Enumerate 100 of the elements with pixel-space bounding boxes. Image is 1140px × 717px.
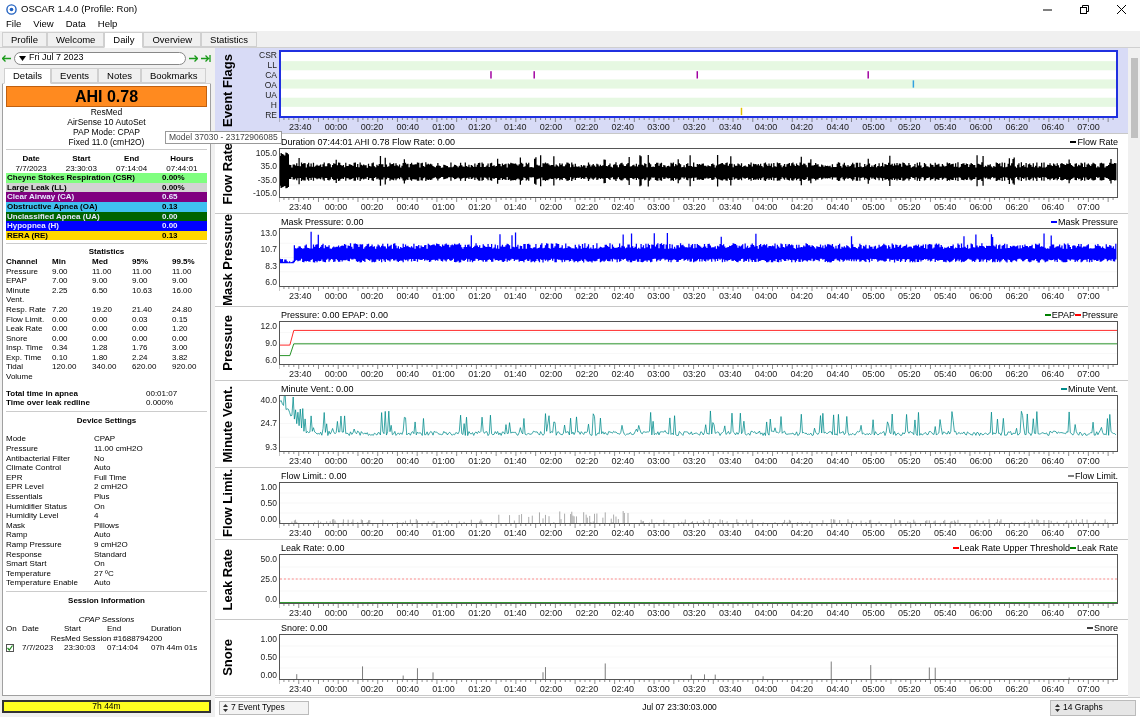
jump-to-end-icon[interactable] bbox=[201, 54, 211, 62]
time-tick-label: 02:20 bbox=[575, 202, 599, 213]
time-tick-label: 07:00 bbox=[1077, 122, 1100, 133]
y-tick-label: 50.0 bbox=[260, 553, 277, 564]
event-row-label: LL bbox=[267, 60, 277, 70]
time-tick-label: 06:40 bbox=[1041, 202, 1064, 213]
table-cell-text: 2.25 bbox=[52, 285, 69, 297]
table-header: Med bbox=[92, 256, 109, 267]
time-tick-label: 03:20 bbox=[683, 683, 706, 695]
time-tick-label: 23:40 bbox=[289, 607, 312, 619]
graph-readout: Mask Pressure: 0.00 bbox=[281, 216, 364, 228]
time-tick-label: 06:40 bbox=[1041, 368, 1064, 380]
table-header: Min bbox=[52, 256, 67, 267]
table-cell-text: 0.15 bbox=[172, 314, 189, 325]
tab[interactable]: Notes bbox=[98, 68, 141, 83]
time-tick-label: 06:00 bbox=[969, 607, 993, 619]
legend-item: EPAP bbox=[1044, 308, 1075, 321]
setting-label: Climate Control bbox=[6, 463, 63, 473]
setting-label: Mode bbox=[6, 434, 27, 445]
graph-title: Event Flags bbox=[219, 54, 237, 127]
y-tick-label: 13.0 bbox=[260, 228, 277, 238]
time-tick-label: 00:00 bbox=[324, 527, 348, 539]
time-tick-label: 00:20 bbox=[360, 455, 384, 467]
tab[interactable]: Statistics bbox=[201, 32, 258, 47]
time-tick-label: 05:20 bbox=[898, 607, 921, 619]
time-tick-label: 05:40 bbox=[933, 122, 957, 133]
time-tick-label: 02:00 bbox=[539, 202, 563, 213]
menu-item[interactable]: Data bbox=[65, 17, 86, 32]
table-cell-text: Insp. Time bbox=[6, 343, 44, 353]
table-cell-text: 0.00 bbox=[92, 314, 109, 325]
session-checkbox[interactable] bbox=[6, 644, 14, 653]
time-tick-label: 01:40 bbox=[503, 122, 527, 133]
time-tick-label: 01:40 bbox=[503, 607, 527, 619]
tab[interactable]: Details bbox=[4, 68, 52, 84]
y-tick-label: 24.7 bbox=[260, 418, 277, 429]
table-cell-text: 9.00 bbox=[52, 266, 69, 277]
time-tick-label: 04:20 bbox=[790, 291, 814, 302]
time-tick-label: 05:20 bbox=[898, 122, 921, 133]
table-header: Start bbox=[71, 154, 92, 164]
time-tick-label: 01:00 bbox=[432, 607, 455, 619]
tab[interactable]: Welcome bbox=[46, 32, 105, 47]
setting-label: Response bbox=[6, 549, 44, 560]
time-tick-label: 00:20 bbox=[360, 683, 384, 695]
setting-label: Humidity Level bbox=[6, 511, 60, 521]
time-tick-label: 01:20 bbox=[468, 291, 491, 302]
restore-icon[interactable] bbox=[1080, 4, 1089, 14]
time-tick-label: 04:20 bbox=[790, 683, 814, 695]
time-tick-label: 06:40 bbox=[1041, 122, 1064, 133]
time-tick-label: 03:40 bbox=[718, 202, 742, 213]
time-tick-label: 23:40 bbox=[289, 683, 312, 695]
time-tick-label: 23:40 bbox=[289, 527, 312, 539]
time-tick-label: 04:00 bbox=[754, 122, 778, 133]
graph-readout: Flow Limit.: 0.00 bbox=[281, 469, 347, 482]
device-info-line: Fixed 11.0 (cmH2O) bbox=[68, 137, 145, 147]
event-index-row: Obstructive Apnea (OA) 0.13 bbox=[6, 201, 207, 212]
tab[interactable]: Bookmarks bbox=[140, 68, 207, 83]
time-tick-label: 03:00 bbox=[647, 455, 670, 467]
legend-item: Leak Rate Upper Threshold bbox=[952, 541, 1070, 554]
date-picker[interactable]: Fri Jul 7 2023 bbox=[14, 51, 186, 65]
time-tick-label: 04:20 bbox=[790, 202, 814, 213]
graph-title: Pressure bbox=[219, 315, 237, 372]
back-arrow-icon[interactable] bbox=[2, 54, 11, 62]
time-tick-label: 03:00 bbox=[647, 527, 670, 539]
time-tick-label: 00:40 bbox=[396, 455, 419, 467]
time-tick-label: 03:00 bbox=[647, 607, 670, 619]
time-tick-label: 07:00 bbox=[1077, 607, 1100, 619]
time-tick-label: 01:20 bbox=[468, 202, 491, 213]
graphs-dropdown[interactable]: 14 Graphs bbox=[1050, 699, 1136, 716]
time-tick-label: 00:20 bbox=[360, 202, 384, 213]
tab[interactable]: Daily bbox=[104, 32, 144, 48]
table-header: Date bbox=[21, 154, 41, 164]
tab[interactable]: Overview bbox=[143, 32, 202, 47]
tab[interactable]: Events bbox=[51, 68, 99, 83]
time-tick-label: 05:40 bbox=[933, 202, 957, 213]
event-index-row: Hypopnea (H) 0.00 bbox=[6, 221, 207, 231]
time-tick-label: 02:20 bbox=[575, 527, 599, 539]
y-tick-label: 0.50 bbox=[260, 497, 277, 508]
forward-arrow-icon[interactable] bbox=[189, 54, 198, 62]
y-tick-label: 1.00 bbox=[260, 481, 277, 492]
table-cell-text: 0.00 bbox=[92, 333, 109, 344]
menu-item[interactable]: File bbox=[6, 17, 22, 32]
time-tick-label: 06:00 bbox=[969, 527, 993, 539]
tab[interactable]: Profile bbox=[2, 32, 47, 47]
close-icon[interactable] bbox=[1117, 4, 1126, 14]
time-tick-label: 05:00 bbox=[862, 368, 885, 380]
table-cell-text: 23:30:03 bbox=[64, 163, 98, 174]
table-cell-text: 0.00 bbox=[92, 324, 109, 334]
event-types-dropdown[interactable]: 7 Event Types bbox=[219, 700, 309, 715]
graph-title: Snore bbox=[219, 638, 237, 676]
menu-item[interactable]: View bbox=[33, 17, 54, 32]
table-header: On bbox=[6, 624, 18, 634]
event-marker bbox=[867, 71, 869, 79]
time-tick-label: 03:20 bbox=[683, 368, 706, 380]
session-name: ResMed Session #1688794200 bbox=[49, 633, 164, 644]
time-tick-label: 02:00 bbox=[539, 368, 563, 380]
table-cell-text: Flow Limit. bbox=[6, 314, 46, 325]
time-tick-label: 05:20 bbox=[898, 368, 921, 380]
menu-item[interactable]: Help bbox=[97, 17, 118, 32]
time-tick-label: 02:40 bbox=[611, 527, 634, 539]
session-group-title: CPAP Sessions bbox=[77, 614, 136, 625]
